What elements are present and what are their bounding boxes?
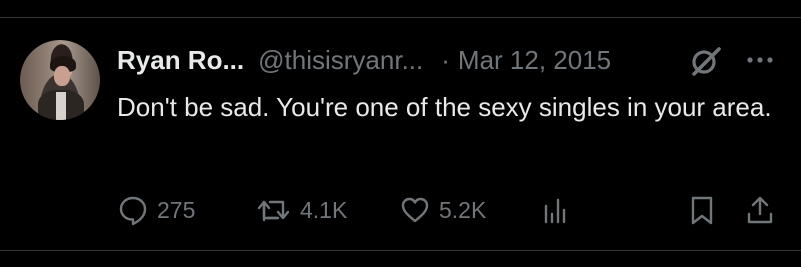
avatar-face: [54, 66, 70, 86]
retweet-icon: [257, 200, 290, 222]
views-icon: [544, 198, 566, 224]
bottom-divider: [0, 250, 801, 251]
separator-dot: ·: [441, 44, 450, 75]
author-name[interactable]: Ryan Ro...: [117, 45, 244, 76]
like-button[interactable]: 5.2K: [399, 190, 486, 230]
like-count: 5.2K: [439, 196, 487, 223]
reply-count: 275: [157, 196, 196, 223]
reply-icon: [119, 196, 147, 226]
more-icon[interactable]: [744, 48, 776, 72]
retweet-count: 4.1K: [300, 196, 348, 223]
avatar-shirt: [56, 92, 66, 120]
tweet-date[interactable]: Mar 12, 2015: [458, 45, 611, 76]
avatar[interactable]: [20, 40, 100, 120]
share-icon: [747, 196, 773, 224]
bookmark-button[interactable]: [686, 190, 718, 230]
tweet-header: Ryan Ro... @thisisryanr... · Mar 12, 201…: [117, 44, 611, 76]
share-button[interactable]: [744, 190, 776, 230]
retweet-button[interactable]: 4.1K: [256, 190, 347, 230]
reply-button[interactable]: 275: [117, 190, 195, 230]
tweet[interactable]: Ryan Ro... @thisisryanr... · Mar 12, 201…: [0, 18, 801, 250]
grok-icon[interactable]: [688, 44, 722, 78]
author-handle[interactable]: @thisisryanr...: [258, 45, 423, 76]
tweet-text: Don't be sad. You're one of the sexy sin…: [117, 92, 772, 122]
views-button[interactable]: [540, 190, 572, 230]
like-icon: [401, 197, 429, 223]
action-bar: 275 4.1K 5.2K: [0, 190, 801, 230]
bookmark-icon: [691, 196, 713, 225]
